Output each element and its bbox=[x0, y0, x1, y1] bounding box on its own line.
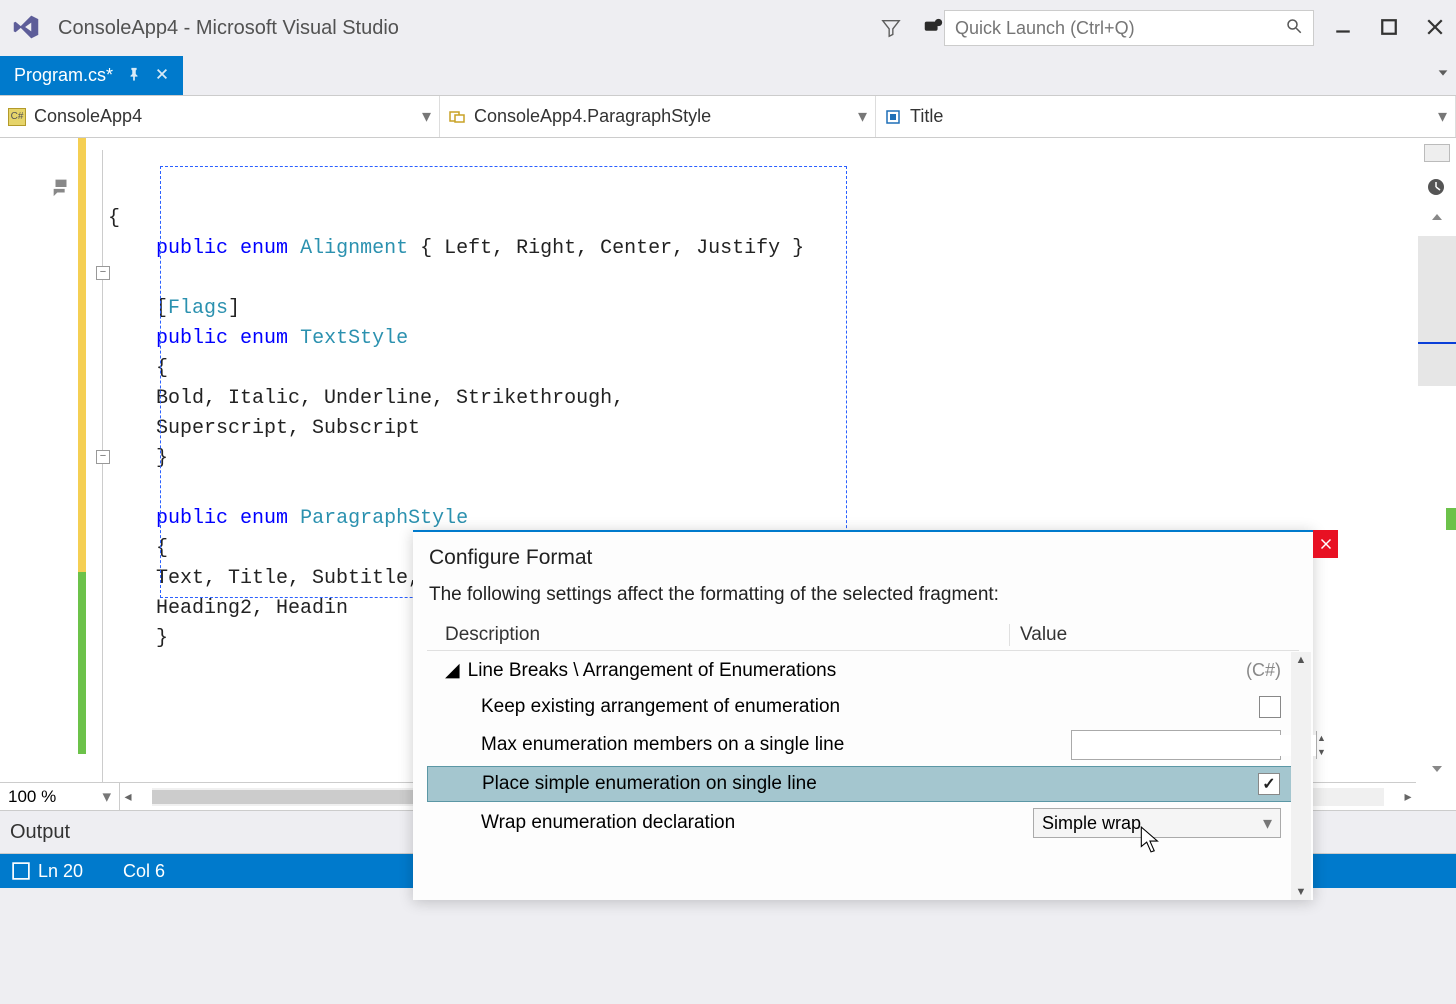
checkbox-place-single[interactable] bbox=[1258, 773, 1280, 795]
status-icon: Ln 20 bbox=[12, 861, 83, 882]
row-place-single-line[interactable]: Place simple enumeration on single line bbox=[427, 766, 1299, 802]
document-map[interactable] bbox=[1418, 138, 1456, 810]
scrollbar-thumb[interactable] bbox=[152, 790, 452, 804]
zoom-selector[interactable]: 100 % ▾ bbox=[0, 783, 120, 810]
minimize-button[interactable] bbox=[1334, 18, 1352, 39]
app-title: ConsoleApp4 - Microsoft Visual Studio bbox=[58, 17, 880, 40]
scroll-up-icon[interactable]: ▲ bbox=[1296, 654, 1307, 666]
nav-scope-type-label: ConsoleApp4.ParagraphStyle bbox=[474, 106, 711, 127]
wrap-select-value: Simple wrap bbox=[1042, 813, 1141, 834]
maximize-button[interactable] bbox=[1380, 18, 1398, 39]
row-keep-arrangement[interactable]: Keep existing arrangement of enumeration bbox=[427, 690, 1299, 724]
chevron-down-icon: ▾ bbox=[1263, 813, 1272, 834]
header-value: Value bbox=[1009, 624, 1281, 646]
clock-icon bbox=[1425, 176, 1449, 200]
tab-overflow-icon[interactable] bbox=[1436, 66, 1450, 83]
popup-close-button[interactable] bbox=[1313, 530, 1338, 558]
popup-description: The following settings affect the format… bbox=[413, 578, 1313, 620]
wrap-select[interactable]: Simple wrap ▾ bbox=[1033, 808, 1281, 838]
row-wrap-declaration[interactable]: Wrap enumeration declaration Simple wrap… bbox=[427, 802, 1299, 844]
enum-icon bbox=[448, 108, 466, 126]
close-button[interactable] bbox=[1426, 18, 1444, 39]
map-marker bbox=[1446, 508, 1456, 530]
titlebar-tools bbox=[880, 17, 944, 39]
close-tab-icon[interactable] bbox=[155, 65, 169, 86]
quick-launch-field[interactable] bbox=[955, 18, 1285, 39]
max-members-field[interactable] bbox=[1072, 735, 1316, 756]
popup-rows: ◢ Line Breaks \ Arrangement of Enumerati… bbox=[427, 651, 1299, 844]
change-marker bbox=[78, 166, 86, 576]
row-label: Max enumeration members on a single line bbox=[481, 734, 1031, 756]
scroll-right-icon[interactable]: ▸ bbox=[1400, 788, 1416, 806]
format-brush-icon[interactable] bbox=[50, 176, 72, 201]
vs-logo-icon bbox=[12, 13, 40, 44]
chevron-down-icon: ▾ bbox=[1438, 106, 1447, 127]
csharp-icon: C# bbox=[8, 108, 26, 126]
map-thumb[interactable] bbox=[1418, 236, 1456, 386]
output-title: Output bbox=[10, 821, 70, 844]
nav-scope-project-label: ConsoleApp4 bbox=[34, 106, 142, 127]
row-label: Wrap enumeration declaration bbox=[481, 812, 1031, 834]
tab-program-cs[interactable]: Program.cs* bbox=[0, 56, 183, 95]
number-spinner[interactable]: ▲▼ bbox=[1316, 731, 1326, 759]
member-icon bbox=[884, 108, 902, 126]
split-handle[interactable] bbox=[1424, 144, 1450, 162]
row-label: Keep existing arrangement of enumeration bbox=[481, 696, 1031, 718]
tab-label: Program.cs* bbox=[14, 65, 113, 86]
expand-icon[interactable]: ◢ bbox=[445, 659, 460, 682]
section-lang: (C#) bbox=[1246, 660, 1281, 681]
pin-icon[interactable] bbox=[127, 65, 141, 86]
change-marker-saved bbox=[78, 572, 86, 754]
chevron-down-icon: ▾ bbox=[858, 106, 867, 127]
quick-launch-input[interactable] bbox=[944, 10, 1314, 46]
checkbox-keep[interactable] bbox=[1259, 696, 1281, 718]
scroll-down-icon[interactable] bbox=[1430, 762, 1444, 776]
navigation-bar: C# ConsoleApp4 ▾ ConsoleApp4.ParagraphSt… bbox=[0, 96, 1456, 138]
header-description: Description bbox=[445, 624, 1009, 646]
fold-guide bbox=[102, 150, 103, 786]
scroll-left-icon[interactable]: ◂ bbox=[120, 788, 136, 806]
chevron-down-icon: ▾ bbox=[102, 787, 111, 807]
title-bar: ConsoleApp4 - Microsoft Visual Studio bbox=[0, 0, 1456, 56]
nav-scope-project[interactable]: C# ConsoleApp4 ▾ bbox=[0, 96, 440, 137]
row-max-members[interactable]: Max enumeration members on a single line… bbox=[427, 724, 1299, 766]
zoom-value: 100 % bbox=[8, 787, 56, 807]
editor-gutter: − − bbox=[0, 138, 108, 810]
popup-table-header: Description Value bbox=[427, 620, 1299, 651]
feedback-icon[interactable] bbox=[922, 17, 944, 39]
scroll-down-icon[interactable]: ▼ bbox=[1296, 886, 1307, 898]
nav-scope-member[interactable]: Title ▾ bbox=[876, 96, 1456, 137]
map-caret bbox=[1418, 342, 1456, 344]
nav-scope-type[interactable]: ConsoleApp4.ParagraphStyle ▾ bbox=[440, 96, 876, 137]
status-col: Col 6 bbox=[123, 861, 165, 882]
popup-scrollbar[interactable]: ▲ ▼ bbox=[1291, 652, 1311, 900]
row-label: Place simple enumeration on single line bbox=[482, 773, 1030, 795]
max-members-input[interactable]: ▲▼ bbox=[1071, 730, 1281, 760]
search-icon[interactable] bbox=[1285, 17, 1303, 40]
window-controls bbox=[1334, 18, 1444, 39]
configure-format-popup: Configure Format The following settings … bbox=[413, 530, 1313, 900]
popup-section-header[interactable]: ◢ Line Breaks \ Arrangement of Enumerati… bbox=[427, 651, 1299, 690]
scroll-up-icon[interactable] bbox=[1430, 210, 1444, 224]
section-label: Line Breaks \ Arrangement of Enumeration… bbox=[468, 660, 837, 682]
funnel-icon[interactable] bbox=[880, 17, 902, 39]
document-tab-bar: Program.cs* bbox=[0, 56, 1456, 96]
popup-title: Configure Format bbox=[413, 532, 1313, 578]
nav-scope-member-label: Title bbox=[910, 106, 943, 127]
status-line: Ln 20 bbox=[38, 861, 83, 882]
chevron-down-icon: ▾ bbox=[422, 106, 431, 127]
change-marker bbox=[78, 138, 86, 166]
